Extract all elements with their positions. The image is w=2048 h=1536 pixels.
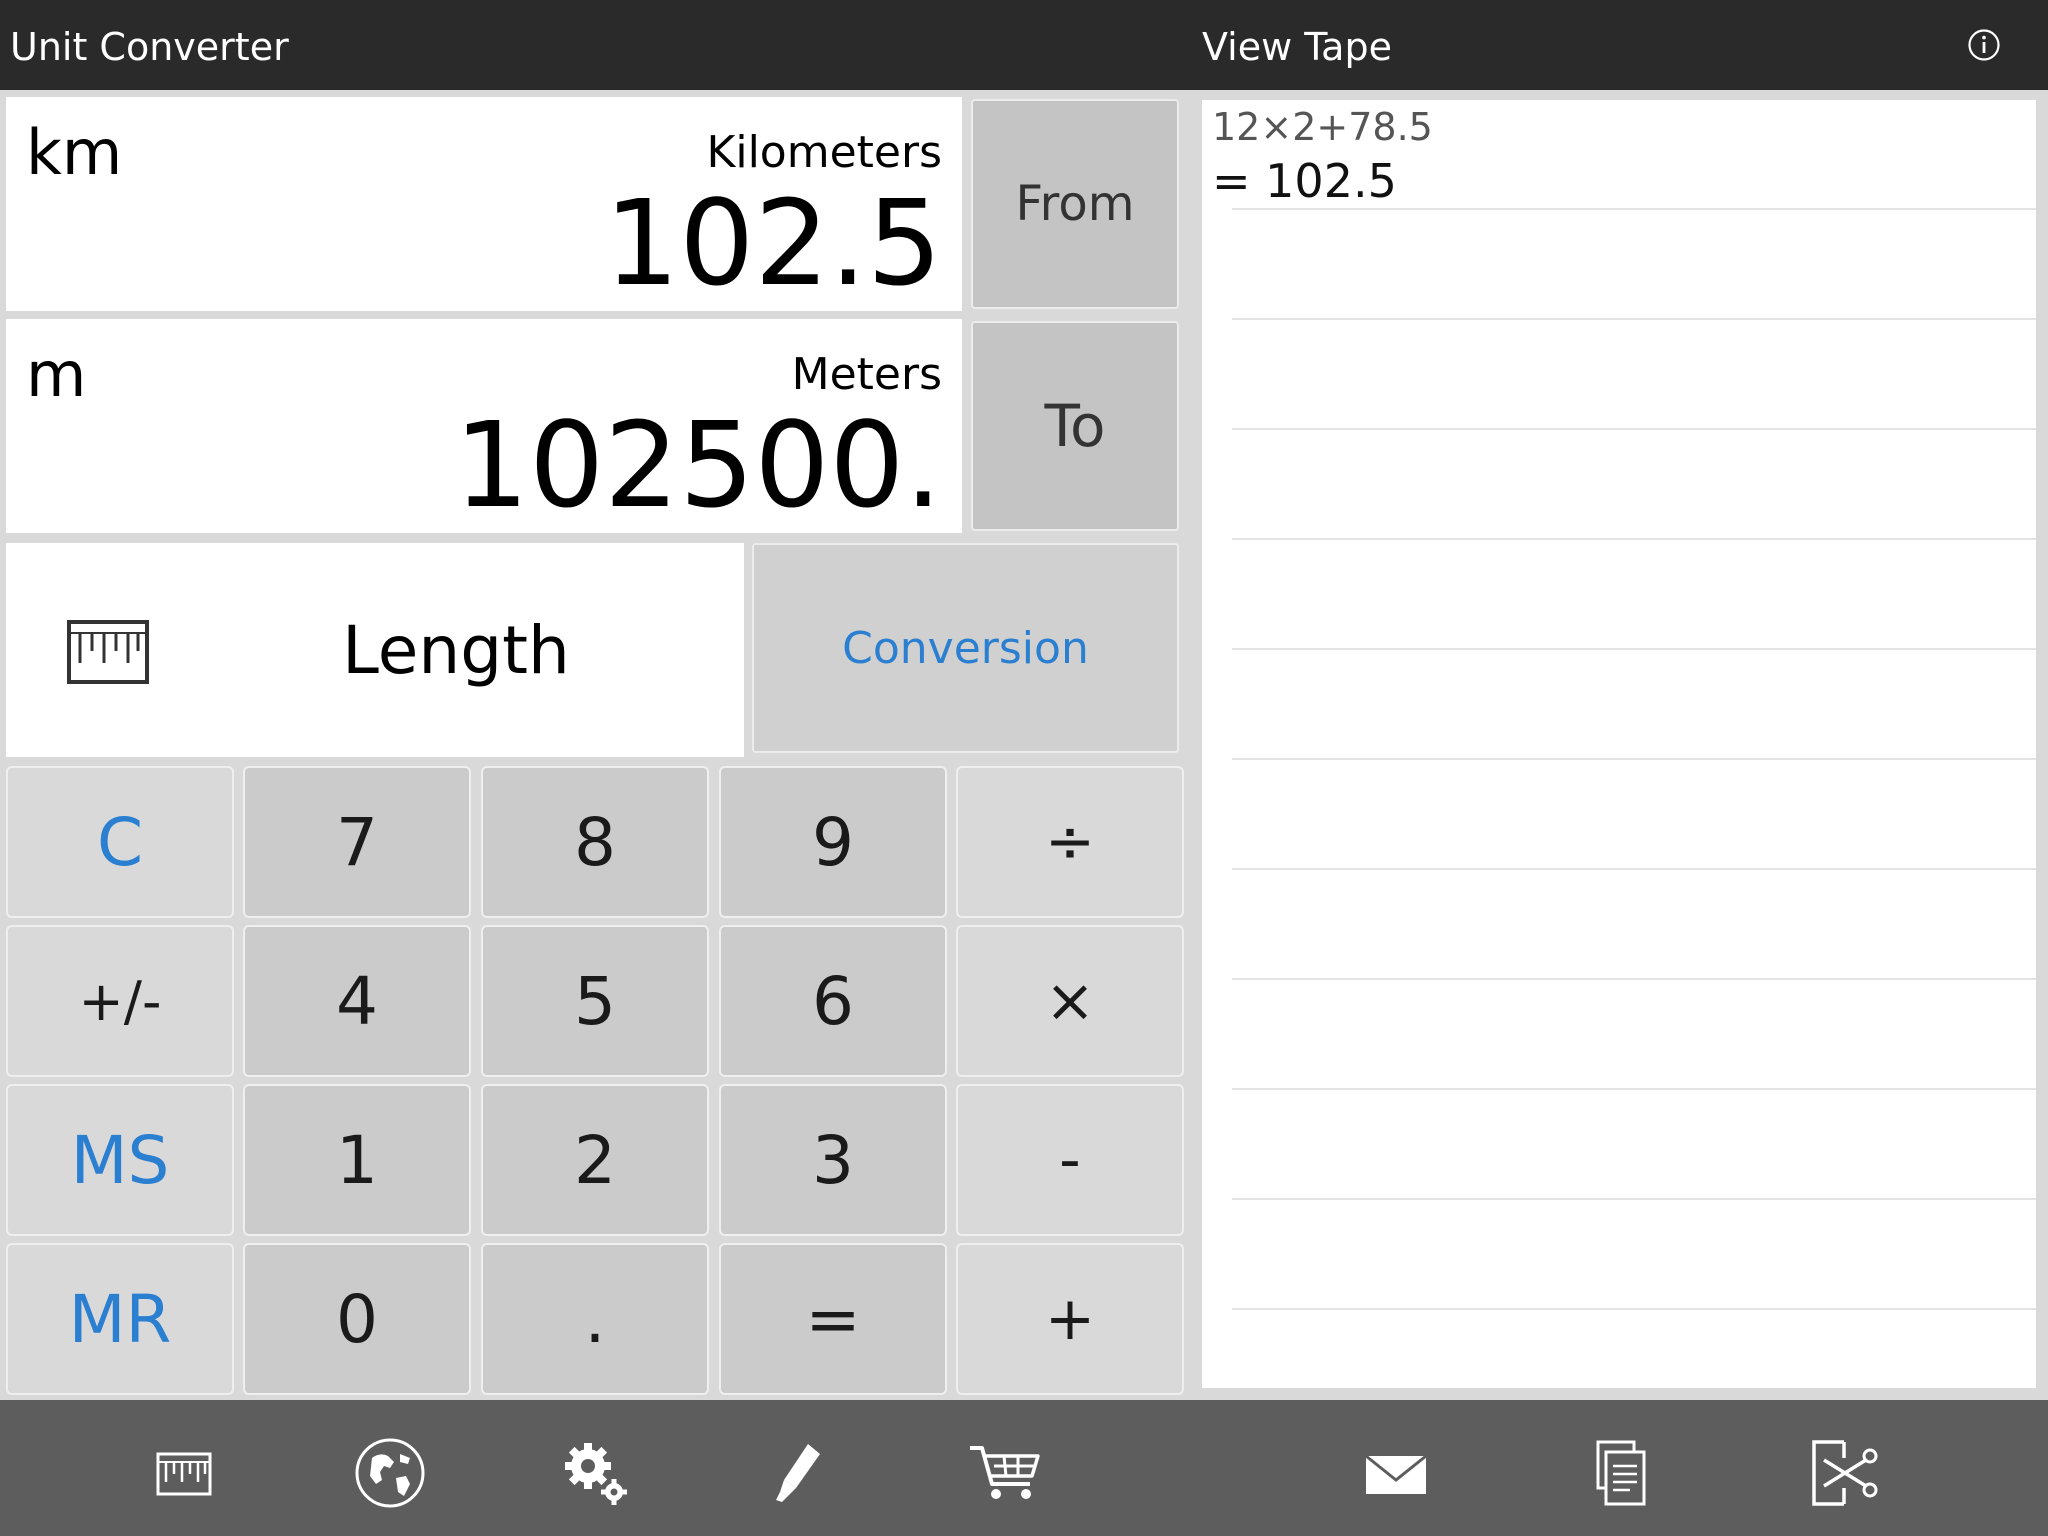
ruler-icon	[66, 619, 150, 685]
globe-icon[interactable]	[350, 1438, 430, 1508]
digit-8-button[interactable]: 8	[481, 766, 709, 918]
plus-minus-button[interactable]: +/-	[6, 925, 234, 1077]
tape-rule	[1232, 318, 2036, 320]
to-unit-display: m Meters 102500.	[6, 319, 962, 533]
from-unit-value: 102.5	[604, 174, 942, 312]
top-bar: Unit Converter View Tape	[0, 0, 2048, 90]
equals-button[interactable]: =	[719, 1243, 947, 1395]
digit-4-button[interactable]: 4	[243, 925, 471, 1077]
digit-0-button[interactable]: 0	[243, 1243, 471, 1395]
digit-5-button[interactable]: 5	[481, 925, 709, 1077]
mail-icon[interactable]	[1356, 1438, 1436, 1508]
plus-button[interactable]: +	[956, 1243, 1184, 1395]
digit-2-button[interactable]: 2	[481, 1084, 709, 1236]
shopping-cart-icon[interactable]	[966, 1438, 1046, 1508]
tape-rule	[1232, 758, 2036, 760]
divide-button[interactable]: ÷	[956, 766, 1184, 918]
from-unit-display: km Kilometers 102.5	[6, 97, 962, 311]
tape-rule	[1232, 538, 2036, 540]
ruler-icon[interactable]	[144, 1438, 224, 1508]
from-unit-abbr: km	[26, 116, 123, 189]
tape-panel[interactable]: 12×2+78.5 = 102.5	[1202, 100, 2036, 1388]
digit-1-button[interactable]: 1	[243, 1084, 471, 1236]
to-unit-value: 102500.	[454, 396, 942, 534]
minus-button[interactable]: -	[956, 1084, 1184, 1236]
digit-6-button[interactable]: 6	[719, 925, 947, 1077]
cut-icon[interactable]	[1804, 1438, 1884, 1508]
category-selector[interactable]: Length	[6, 543, 744, 757]
to-unit-abbr: m	[26, 338, 87, 411]
tape-title: View Tape	[1202, 25, 1392, 69]
multiply-button[interactable]: ×	[956, 925, 1184, 1077]
decimal-button[interactable]: .	[481, 1243, 709, 1395]
info-icon[interactable]	[1967, 28, 2001, 62]
bottom-toolbar	[0, 1400, 2048, 1536]
tape-rule	[1232, 1308, 2036, 1310]
tape-rule	[1232, 1088, 2036, 1090]
tape-rule	[1232, 978, 2036, 980]
from-button[interactable]: From	[971, 99, 1179, 309]
category-label: Length	[342, 611, 570, 689]
tape-rule	[1232, 208, 2036, 210]
tape-rule	[1232, 1198, 2036, 1200]
tape-rule	[1232, 648, 2036, 650]
from-unit-name: Kilometers	[706, 127, 943, 178]
pen-icon[interactable]	[762, 1438, 842, 1508]
digit-7-button[interactable]: 7	[243, 766, 471, 918]
conversion-button[interactable]: Conversion	[752, 543, 1179, 753]
tape-rule	[1232, 428, 2036, 430]
to-button[interactable]: To	[971, 321, 1179, 531]
tape-rule	[1232, 868, 2036, 870]
memory-store-button[interactable]: MS	[6, 1084, 234, 1236]
digit-3-button[interactable]: 3	[719, 1084, 947, 1236]
digit-9-button[interactable]: 9	[719, 766, 947, 918]
clear-button[interactable]: C	[6, 766, 234, 918]
tape-expression: 12×2+78.5	[1212, 105, 1433, 149]
app-title: Unit Converter	[10, 25, 289, 69]
tape-result: = 102.5	[1212, 154, 1397, 208]
to-unit-name: Meters	[791, 349, 942, 400]
settings-gears-icon[interactable]	[556, 1438, 636, 1508]
memory-recall-button[interactable]: MR	[6, 1243, 234, 1395]
copy-icon[interactable]	[1580, 1438, 1660, 1508]
